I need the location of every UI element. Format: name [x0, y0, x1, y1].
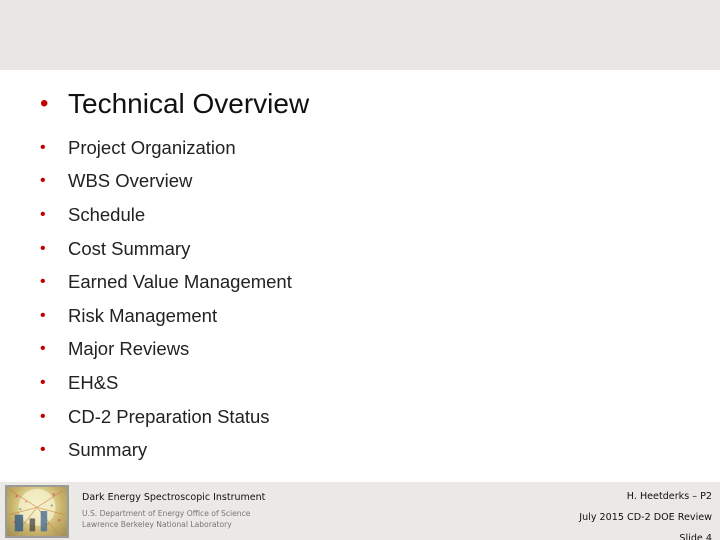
agenda-item: • Major Reviews — [40, 333, 292, 367]
bullet-icon: • — [40, 373, 46, 391]
bullet-icon: • — [40, 441, 46, 459]
agenda-item-label: Risk Management — [68, 304, 218, 326]
footer-affiliation: Dark Energy Spectroscopic Instrument U.S… — [82, 492, 265, 530]
lab-name: Lawrence Berkeley National Laboratory — [82, 520, 232, 529]
bullet-icon: • — [40, 138, 46, 156]
agenda-item: • CD-2 Preparation Status — [40, 400, 292, 434]
bullet-icon: • — [40, 172, 46, 190]
top-banner — [0, 0, 720, 70]
agenda-item-label: Summary — [68, 439, 148, 461]
agenda-list: • Project Organization • WBS Overview • Sch… — [40, 131, 292, 467]
slide-number: Slide 4 — [679, 533, 712, 540]
bullet-icon: • — [40, 205, 46, 223]
instrument-name: Dark Energy Spectroscopic Instrument — [82, 492, 266, 503]
agenda-item-label: Cost Summary — [68, 237, 191, 259]
agenda-item: • Risk Management — [40, 299, 292, 333]
agenda-item-label: WBS Overview — [68, 170, 193, 192]
slide-title-row: • Technical Overview — [40, 88, 309, 120]
agenda-item: • WBS Overview — [40, 165, 292, 199]
bullet-icon: • — [40, 407, 46, 425]
agenda-item: • Schedule — [40, 198, 292, 232]
agenda-item-label: Earned Value Management — [68, 271, 292, 293]
bullet-icon: • — [40, 306, 46, 324]
presenter: H. Heetderks – P2 — [626, 491, 712, 502]
agenda-item-label: Project Organization — [68, 136, 236, 158]
slide-title: Technical Overview — [68, 88, 310, 119]
desi-logo-icon — [5, 485, 69, 538]
review-name: July 2015 CD-2 DOE Review — [579, 512, 712, 523]
agenda-item: • EH&S — [40, 366, 292, 400]
agenda-item-label: Major Reviews — [68, 338, 190, 360]
footer-meta: H. Heetderks – P2 July 2015 CD-2 DOE Rev… — [579, 486, 712, 540]
title-bullet: • — [40, 90, 49, 117]
agenda-item: • Project Organization — [40, 131, 292, 165]
agenda-item-label: EH&S — [68, 371, 119, 393]
agenda-item: • Summary — [40, 433, 292, 467]
department-name: U.S. Department of Energy Office of Scie… — [82, 509, 251, 518]
agenda-item-label: Schedule — [68, 203, 146, 225]
bullet-icon: • — [40, 273, 46, 291]
bullet-icon: • — [40, 340, 46, 358]
agenda-item: • Cost Summary — [40, 232, 292, 266]
agenda-item-label: CD-2 Preparation Status — [68, 405, 270, 427]
agenda-item: • Earned Value Management — [40, 265, 292, 299]
bullet-icon: • — [40, 239, 46, 257]
